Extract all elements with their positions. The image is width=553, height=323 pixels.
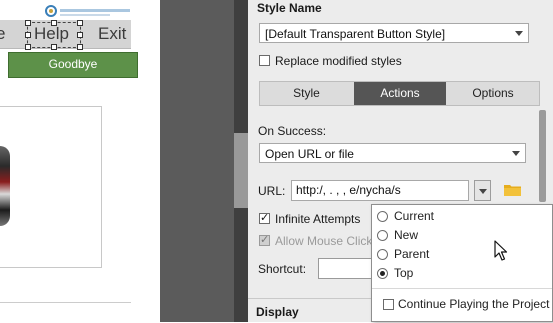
panel-scrollbar[interactable] <box>539 110 546 202</box>
resize-handle[interactable] <box>77 20 83 26</box>
style-name-dropdown[interactable]: [Default Transparent Button Style] <box>259 23 529 43</box>
on-success-label: On Success: <box>258 124 327 138</box>
continue-playing-label: Continue Playing the Project <box>398 297 550 311</box>
radio-current-label[interactable]: Current <box>394 209 434 223</box>
menu-item-home[interactable]: e <box>0 24 5 44</box>
tab-style[interactable]: Style <box>260 82 353 105</box>
resize-handle[interactable] <box>25 32 31 38</box>
infinite-attempts-label: Infinite Attempts <box>275 212 361 226</box>
resize-handle[interactable] <box>51 44 57 50</box>
resize-handle[interactable] <box>51 20 57 26</box>
scrollbar-thumb[interactable] <box>234 133 248 208</box>
resize-handle[interactable] <box>25 44 31 50</box>
on-success-value: Open URL or file <box>265 147 354 161</box>
tab-bar: Style Actions Options <box>259 81 540 106</box>
url-target-dropdown-button[interactable] <box>474 180 491 201</box>
shortcut-label: Shortcut: <box>258 262 307 276</box>
url-input[interactable]: http:/, . , , e/nycha/s <box>291 180 469 201</box>
popup-divider <box>372 288 552 289</box>
canvas-bottom-edge <box>0 302 131 323</box>
allow-mouse-click-label: Allow Mouse Click <box>275 234 373 248</box>
resize-handle[interactable] <box>77 44 83 50</box>
url-label: URL: <box>258 184 286 198</box>
infinite-attempts-checkbox[interactable] <box>259 211 270 224</box>
radio-current[interactable] <box>377 211 388 222</box>
shortcut-input[interactable] <box>318 258 378 279</box>
tab-options[interactable]: Options <box>447 82 539 105</box>
slide-image-frame[interactable] <box>0 106 102 268</box>
menu-item-exit[interactable]: Exit <box>98 24 126 44</box>
folder-icon[interactable] <box>504 183 521 196</box>
style-name-value: [Default Transparent Button Style] <box>265 27 446 41</box>
continue-playing-checkbox[interactable] <box>383 299 394 310</box>
resize-handle[interactable] <box>77 32 83 38</box>
radio-top-label[interactable]: Top <box>394 266 413 280</box>
goodbye-button[interactable]: Goodbye <box>8 52 138 78</box>
display-section-heading[interactable]: Display <box>256 305 299 319</box>
replace-modified-checkbox[interactable] <box>259 55 270 66</box>
radio-parent-label[interactable]: Parent <box>394 247 429 261</box>
mouse-cursor-icon <box>494 240 508 261</box>
chevron-down-icon <box>515 31 523 36</box>
slide-image <box>0 146 10 226</box>
logo-icon <box>45 5 130 17</box>
resize-handle[interactable] <box>25 20 31 26</box>
radio-new[interactable] <box>377 230 388 241</box>
radio-top[interactable] <box>377 268 388 279</box>
replace-modified-label: Replace modified styles <box>275 54 402 68</box>
tab-actions[interactable]: Actions <box>354 82 446 105</box>
radio-parent[interactable] <box>377 249 388 260</box>
on-success-dropdown[interactable]: Open URL or file <box>259 143 526 163</box>
chevron-down-icon <box>512 151 520 156</box>
style-name-heading: Style Name <box>257 1 322 15</box>
radio-new-label[interactable]: New <box>394 228 418 242</box>
selection-box[interactable] <box>25 20 83 50</box>
allow-mouse-click-checkbox <box>259 233 270 246</box>
